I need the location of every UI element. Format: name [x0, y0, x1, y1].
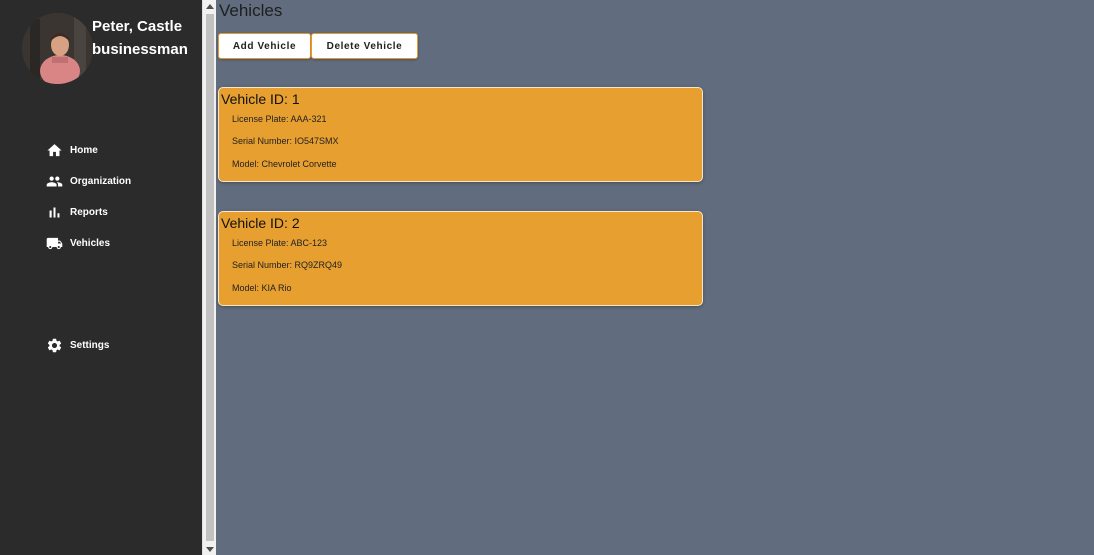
sidebar-item-vehicles[interactable]: Vehicles	[46, 233, 110, 253]
scroll-down-arrow-icon[interactable]	[206, 547, 214, 552]
sidebar-item-reports[interactable]: Reports	[46, 202, 108, 222]
scroll-up-arrow-icon[interactable]	[206, 4, 214, 9]
license-plate: License Plate: ABC-123	[232, 238, 328, 248]
serial-number: Serial Number: IO547SMX	[232, 136, 339, 146]
avatar	[22, 13, 93, 84]
truck-icon	[46, 235, 63, 252]
license-plate: License Plate: AAA-321	[232, 114, 327, 124]
vehicle-model: Model: KIA Rio	[232, 283, 292, 293]
scroll-thumb[interactable]	[206, 14, 214, 541]
user-role: businessman	[92, 41, 188, 58]
vehicle-model: Model: Chevrolet Corvette	[232, 159, 337, 169]
sidebar-item-label: Home	[70, 144, 98, 156]
sidebar: Peter, Castle businessman Home Organizat…	[0, 0, 202, 555]
sidebar-item-organization[interactable]: Organization	[46, 171, 131, 191]
profile-photo	[22, 13, 93, 84]
sidebar-item-home[interactable]: Home	[46, 140, 98, 160]
scrollbar[interactable]	[202, 0, 216, 555]
vehicle-card[interactable]: Vehicle ID: 1 License Plate: AAA-321 Ser…	[218, 87, 703, 182]
sidebar-item-settings[interactable]: Settings	[46, 335, 109, 355]
serial-number: Serial Number: RQ9ZRQ49	[232, 260, 343, 270]
gear-icon	[46, 337, 63, 354]
sidebar-item-label: Settings	[70, 339, 110, 351]
user-name: Peter, Castle	[92, 18, 183, 35]
page-title: Vehicles	[219, 1, 283, 20]
add-vehicle-button[interactable]: Add Vehicle	[218, 33, 311, 59]
vehicle-id: Vehicle ID: 2	[221, 215, 300, 231]
sidebar-item-label: Organization	[70, 175, 132, 187]
sidebar-item-label: Vehicles	[70, 237, 111, 249]
sidebar-item-label: Reports	[70, 206, 108, 218]
delete-vehicle-button[interactable]: Delete Vehicle	[311, 33, 418, 59]
home-icon	[46, 142, 63, 159]
people-icon	[46, 173, 63, 190]
vehicle-card[interactable]: Vehicle ID: 2 License Plate: ABC-123 Ser…	[218, 211, 703, 306]
bar-chart-icon	[46, 204, 63, 221]
vehicle-id: Vehicle ID: 1	[221, 91, 300, 107]
